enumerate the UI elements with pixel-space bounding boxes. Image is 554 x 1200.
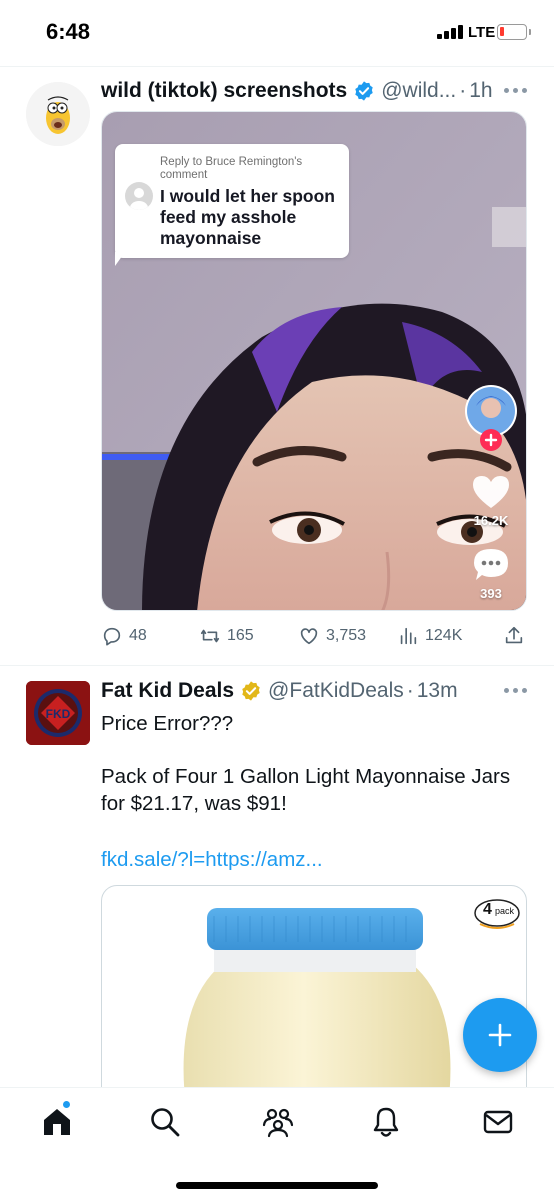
tiktok-comments: 393 (460, 547, 522, 601)
comment-count: 393 (480, 586, 502, 601)
search-icon (151, 1108, 180, 1137)
tweet[interactable]: wild (tiktok) screenshots @wild... · 1h (0, 66, 554, 666)
pack-number: 4 (483, 901, 492, 918)
fkd-logo-icon[interactable]: FKD (26, 681, 90, 745)
reply-icon (103, 627, 121, 646)
verified-badge-icon (355, 81, 373, 101)
share-button[interactable] (503, 621, 531, 651)
status-bar: 6:48 LTE (0, 0, 554, 66)
verified-business-badge-icon (242, 681, 260, 701)
views-chart-icon (400, 627, 417, 645)
timestamp[interactable]: 13m (417, 679, 458, 703)
tweet-media-image[interactable]: Reply to Bruce Remington's comment I wou… (101, 111, 527, 611)
new-posts-dot (62, 1100, 71, 1109)
tweet-header: Fat Kid Deals @FatKidDeals · 13m (101, 676, 458, 706)
messages-tab[interactable] (481, 1105, 515, 1139)
views-count: 124K (425, 627, 463, 644)
comment-bubble-icon (474, 549, 508, 580)
plus-icon (488, 1023, 512, 1047)
tiktok-like: 16.2K (460, 474, 522, 528)
views-button[interactable]: 124K (397, 621, 462, 651)
notifications-tab[interactable] (369, 1105, 403, 1139)
home-tab[interactable] (40, 1105, 74, 1139)
retweet-button[interactable]: 165 (199, 621, 254, 651)
timestamp[interactable]: 1h (469, 79, 492, 103)
heart-icon (300, 628, 318, 645)
home-icon (44, 1109, 70, 1135)
signal-bars-icon (437, 25, 465, 39)
reply-count: 48 (129, 627, 147, 644)
retweet-count: 165 (227, 627, 254, 644)
more-options-icon[interactable] (504, 688, 528, 694)
tweet-text-body: Pack of Four 1 Gallon Light Mayonnaise J… (101, 765, 511, 815)
plus-icon (480, 429, 502, 451)
display-name[interactable]: Fat Kid Deals (101, 679, 234, 703)
handle[interactable]: @FatKidDeals (268, 679, 404, 703)
battery-low-icon (497, 24, 527, 40)
retweet-icon (200, 629, 220, 643)
link-card-image[interactable]: 4 pack (101, 885, 527, 1115)
reply-text: I would let her spoon feed my asshole ma… (160, 186, 335, 248)
heart-icon (473, 476, 509, 508)
tweet-text-line: Price Error??? (101, 712, 234, 735)
reply-comment-bubble: Reply to Bruce Remington's comment I wou… (115, 144, 349, 258)
status-time: 6:48 (46, 19, 91, 44)
compose-button[interactable] (463, 998, 537, 1072)
pack-badge: 4 pack (472, 898, 522, 932)
share-icon (505, 626, 523, 644)
more-options-icon[interactable] (504, 88, 528, 94)
creator-avatar (460, 384, 522, 454)
separator: · (406, 679, 414, 702)
like-count: 16.2K (473, 513, 509, 528)
network-label: LTE (468, 24, 496, 41)
messages-icon (483, 1110, 513, 1134)
reply-header: Reply to Bruce Remington's comment (160, 156, 303, 181)
tweet-header: wild (tiktok) screenshots @wild... · 1h (101, 76, 493, 106)
handle[interactable]: @wild... (381, 79, 456, 103)
tweet-actions: 48 165 3,753 124K (101, 621, 527, 651)
cartoon-avatar-icon[interactable] (26, 82, 90, 146)
display-name[interactable]: wild (tiktok) screenshots (101, 79, 347, 103)
svg-text:FKD: FKD (46, 707, 71, 721)
like-button[interactable]: 3,753 (298, 621, 366, 651)
mayonnaise-jar-image (183, 908, 451, 1114)
communities-icon (262, 1108, 294, 1138)
communities-tab[interactable] (261, 1105, 295, 1139)
search-tab[interactable] (148, 1105, 182, 1139)
like-count: 3,753 (326, 627, 367, 644)
notifications-icon (373, 1107, 399, 1137)
reply-button[interactable]: 48 (101, 621, 147, 651)
tweet-link[interactable]: fkd.sale/?l=https://amz... (101, 846, 323, 873)
pack-word: pack (495, 906, 515, 916)
commenter-avatar-icon (125, 182, 153, 210)
home-indicator[interactable] (176, 1182, 378, 1189)
separator: · (459, 79, 467, 102)
